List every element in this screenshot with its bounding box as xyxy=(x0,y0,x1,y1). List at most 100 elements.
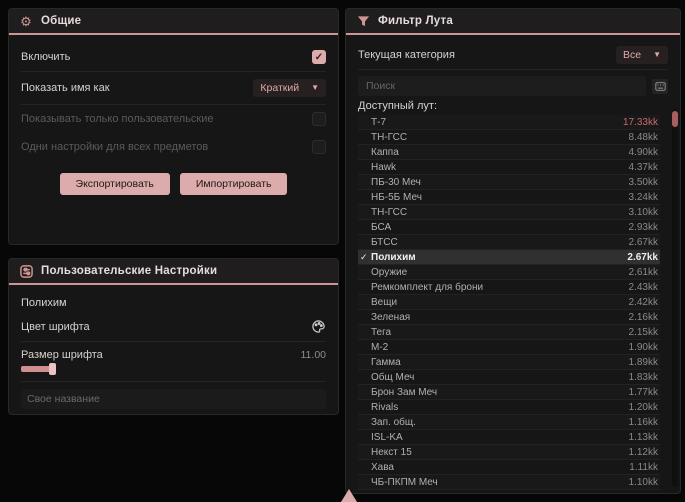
setting-row-font-color: Цвет шрифта xyxy=(21,317,326,342)
list-item[interactable]: ПБ-30 Меч 3.50kk xyxy=(358,175,660,190)
font-size-slider[interactable] xyxy=(21,363,326,375)
font-size-label: Размер шрифта xyxy=(21,349,103,361)
list-item[interactable]: Тега 2.15kk xyxy=(358,325,660,340)
item-value: 2.42kk xyxy=(628,296,658,308)
show-name-dropdown[interactable]: Краткий ▼ xyxy=(253,79,326,97)
list-item[interactable]: Гамма 1.89kk xyxy=(358,355,660,370)
list-item[interactable]: Ремкомплект для брони 2.43kk xyxy=(358,280,660,295)
list-item[interactable]: Хава 1.11kk xyxy=(358,460,660,475)
item-value: 17.33kk xyxy=(622,116,658,128)
item-value: 1.11kk xyxy=(629,461,658,473)
same-settings-checkbox[interactable] xyxy=(312,140,326,154)
list-item[interactable]: Брон Зам Меч 1.77kk xyxy=(358,385,660,400)
item-name: Hawk xyxy=(371,161,397,173)
selected-item-name: Полихим xyxy=(21,297,67,309)
item-name: Ремкомплект для брони xyxy=(371,281,484,293)
import-button[interactable]: Импортировать xyxy=(179,173,288,195)
setting-row-same-settings: Одни настройки для всех предметов xyxy=(21,133,326,161)
selected-check-icon: ✓ xyxy=(360,251,368,262)
palette-icon[interactable] xyxy=(311,319,326,334)
item-name: Тега xyxy=(371,326,392,338)
panel-loot-filter: Фильтр Лута Текущая категория Все ▼ Поис… xyxy=(345,8,681,494)
panel-loot-filter-header[interactable]: Фильтр Лута xyxy=(346,9,680,33)
item-name: Зап. общ. xyxy=(371,416,416,428)
scrollbar-thumb[interactable] xyxy=(672,111,678,127)
show-name-label: Показать имя как xyxy=(21,82,110,94)
item-name: Полихим xyxy=(371,251,416,263)
item-value: 3.10kk xyxy=(628,206,658,218)
only-custom-checkbox[interactable] xyxy=(312,112,326,126)
keyboard-icon[interactable] xyxy=(652,78,668,94)
list-item[interactable]: ISL-KA 1.13kk xyxy=(358,430,660,445)
item-value: 2.43kk xyxy=(628,281,658,293)
item-name: ЧБ-ПКПМ Меч xyxy=(371,476,438,488)
list-item[interactable]: Зеленая 2.16kk xyxy=(358,310,660,325)
category-row: Текущая категория Все ▼ xyxy=(358,41,668,70)
item-name: Гамма xyxy=(371,356,401,368)
list-item[interactable]: ЧБ-ПКПМ Меч 1.10kk xyxy=(358,475,660,490)
item-name: Общ Меч xyxy=(371,371,415,383)
panel-general-title: Общие xyxy=(41,15,82,27)
list-item[interactable]: Общ Меч 1.83kk xyxy=(358,370,660,385)
list-item[interactable]: ТН-ГСС 8.48kk xyxy=(358,130,660,145)
item-value: 2.67kk xyxy=(627,251,658,263)
only-custom-label: Показывать только пользовательские xyxy=(21,113,214,125)
loot-scrollbar[interactable] xyxy=(672,109,678,487)
list-item[interactable]: Hawk 4.37kk xyxy=(358,160,660,175)
list-item[interactable]: Некст 15 1.12kk xyxy=(358,445,660,460)
font-size-value: 11.00 xyxy=(300,349,327,361)
item-value: 4.37kk xyxy=(628,161,658,173)
setting-row-only-custom: Показывать только пользовательские xyxy=(21,105,326,133)
panel-general-header[interactable]: ⚙ Общие xyxy=(9,9,338,33)
list-item[interactable]: ТН-ГСС 3.10kk xyxy=(358,205,660,220)
slider-handle[interactable] xyxy=(49,363,56,375)
custom-name-row xyxy=(21,381,326,409)
category-value: Все xyxy=(622,49,642,61)
list-item[interactable]: Вещи 2.42kk xyxy=(358,295,660,310)
item-value: 3.24kk xyxy=(628,191,658,203)
panel-user-settings-header[interactable]: Пользовательские Настройки xyxy=(9,259,338,283)
list-item[interactable]: БСА 2.93kk xyxy=(358,220,660,235)
item-value: 1.90kk xyxy=(628,341,658,353)
list-item[interactable]: Оружие 2.61kk xyxy=(358,265,660,280)
available-loot-label: Доступный лут: xyxy=(358,100,438,112)
item-name: М-2 xyxy=(371,341,389,353)
search-input[interactable] xyxy=(358,76,646,96)
list-item[interactable]: НБ-5Б Меч 3.24kk xyxy=(358,190,660,205)
list-item[interactable]: Каппа 4.90kk xyxy=(358,145,660,160)
list-item[interactable]: ✓ Полихим 2.67kk xyxy=(358,250,660,265)
panel-loot-filter-title: Фильтр Лута xyxy=(378,15,453,27)
item-value: 1.83kk xyxy=(628,371,658,383)
custom-name-input[interactable] xyxy=(21,389,326,409)
setting-row-show-name: Показать имя как Краткий ▼ xyxy=(21,72,326,105)
export-button[interactable]: Экспортировать xyxy=(59,173,170,195)
panel-user-settings: Пользовательские Настройки Полихим Цвет … xyxy=(8,258,339,415)
search-row xyxy=(358,76,668,96)
sliders-icon xyxy=(19,264,33,278)
category-dropdown[interactable]: Все ▼ xyxy=(615,46,668,64)
item-value: 2.67kk xyxy=(628,236,658,248)
item-name: Rivals xyxy=(371,401,399,413)
same-settings-label: Одни настройки для всех предметов xyxy=(21,141,209,153)
item-name: Вещи xyxy=(371,296,398,308)
list-item[interactable]: Т-7 17.33kk xyxy=(358,115,660,130)
enable-checkbox[interactable]: ✓ xyxy=(312,50,326,64)
list-item[interactable]: БТСС 2.67kk xyxy=(358,235,660,250)
setting-row-enable: Включить ✓ xyxy=(21,43,326,72)
mod-menu-screen: ⚙ Общие Включить ✓ Показать имя как Крат… xyxy=(0,0,685,502)
item-value: 1.77kk xyxy=(628,386,658,398)
item-name: ТН-ГСС xyxy=(371,206,408,218)
item-value: 1.10kk xyxy=(628,476,658,488)
setting-row-font-size: Размер шрифта 11.00 xyxy=(21,342,326,361)
font-color-label: Цвет шрифта xyxy=(21,320,90,333)
loot-list: Т-7 17.33kk ТН-ГСС 8.48kk Каппа 4.90kk H… xyxy=(358,115,660,490)
item-value: 2.61kk xyxy=(628,266,658,278)
list-item[interactable]: Rivals 1.20kk xyxy=(358,400,660,415)
item-name: Некст 15 xyxy=(371,446,412,458)
item-name: Брон Зам Меч xyxy=(371,386,438,398)
list-item[interactable]: М-2 1.90kk xyxy=(358,340,660,355)
item-name: БСА xyxy=(371,221,392,233)
item-value: 1.16kk xyxy=(628,416,658,428)
list-item[interactable]: Зап. общ. 1.16kk xyxy=(358,415,660,430)
item-value: 2.15kk xyxy=(628,326,658,338)
